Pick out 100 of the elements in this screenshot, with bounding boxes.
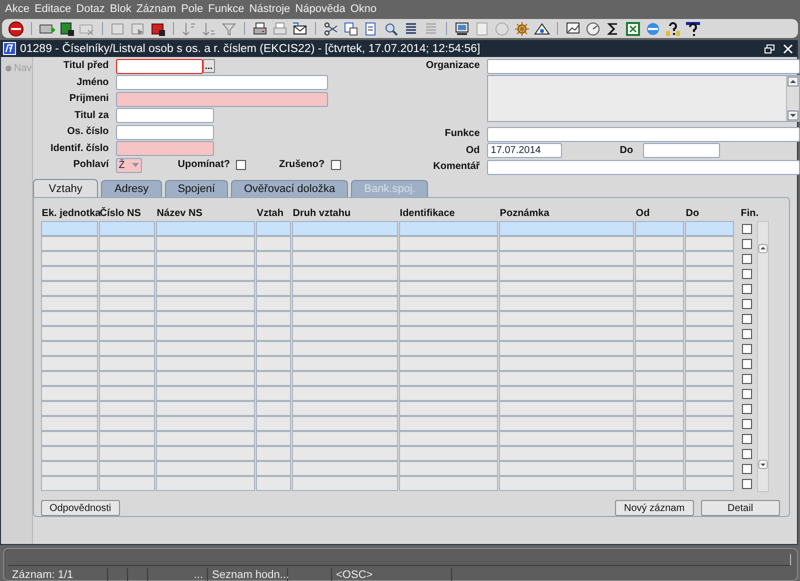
table-cell[interactable] — [256, 386, 291, 401]
table-cell[interactable] — [40, 446, 98, 461]
table-cell[interactable] — [98, 476, 155, 491]
checkbox[interactable] — [742, 404, 752, 414]
table-cell[interactable] — [398, 416, 498, 431]
checkbox[interactable] — [742, 358, 752, 368]
table-cell[interactable] — [684, 281, 734, 296]
table-cell[interactable] — [498, 476, 634, 491]
table-cell[interactable] — [98, 401, 155, 416]
table-cell[interactable] — [292, 296, 398, 311]
scissors-icon[interactable] — [323, 20, 339, 36]
table-cell[interactable] — [156, 236, 255, 251]
table-cell[interactable] — [40, 296, 98, 311]
table-cell[interactable] — [398, 341, 498, 356]
table-cell[interactable] — [684, 401, 734, 416]
table-cell[interactable] — [256, 431, 291, 446]
checkbox[interactable] — [742, 388, 752, 398]
table-cell[interactable] — [634, 431, 684, 446]
table-cell[interactable] — [98, 296, 155, 311]
checkbox[interactable] — [742, 464, 752, 474]
table-cell[interactable] — [292, 416, 398, 431]
table-cell[interactable] — [684, 446, 734, 461]
table-cell[interactable] — [256, 341, 291, 356]
list-icon[interactable] — [403, 20, 419, 36]
table-cell[interactable] — [684, 356, 734, 371]
table-cell[interactable] — [40, 326, 98, 341]
table-cell[interactable] — [156, 461, 255, 476]
table-cell[interactable] — [634, 341, 684, 356]
action-button[interactable]: Odpovědnosti — [40, 500, 120, 516]
table-cell[interactable] — [40, 251, 98, 266]
table-cell[interactable] — [256, 251, 291, 266]
table-cell[interactable] — [398, 461, 498, 476]
copy-text-icon[interactable] — [343, 20, 359, 36]
menu-item[interactable]: Editace — [33, 3, 76, 15]
table-cell[interactable] — [256, 356, 291, 371]
checkbox[interactable] — [742, 268, 752, 278]
checkbox[interactable] — [742, 298, 752, 308]
table-cell[interactable] — [634, 386, 684, 401]
table-cell[interactable] — [634, 266, 684, 281]
table-cell[interactable] — [398, 251, 498, 266]
menu-item[interactable]: Blok — [108, 3, 136, 15]
table-cell[interactable] — [292, 326, 398, 341]
table-cell[interactable] — [292, 431, 398, 446]
table-cell[interactable] — [292, 476, 398, 491]
table-cell[interactable] — [634, 251, 684, 266]
gauge-icon[interactable] — [585, 20, 601, 36]
table-cell[interactable] — [684, 236, 734, 251]
table-cell[interactable] — [40, 416, 98, 431]
menu-item[interactable]: Akce — [4, 3, 34, 15]
table-cell[interactable] — [98, 221, 155, 236]
dropdown-field[interactable]: Ž — [116, 158, 142, 172]
input-field[interactable] — [116, 141, 214, 156]
table-cell[interactable] — [98, 416, 155, 431]
table-cell[interactable] — [98, 386, 155, 401]
table-cell[interactable] — [156, 371, 255, 386]
lookup-button[interactable]: ... — [202, 59, 215, 73]
table-cell[interactable] — [98, 341, 155, 356]
chart-icon[interactable] — [565, 20, 581, 36]
help-window-icon[interactable] — [685, 20, 701, 36]
table-cell[interactable] — [40, 431, 98, 446]
table-cell[interactable] — [40, 266, 98, 281]
table-cell[interactable] — [498, 416, 634, 431]
table-cell[interactable] — [634, 371, 684, 386]
table-cell[interactable] — [98, 431, 155, 446]
checkbox[interactable] — [742, 314, 752, 324]
table-cell[interactable] — [684, 251, 734, 266]
table-cell[interactable] — [398, 296, 498, 311]
input-field[interactable] — [486, 58, 800, 74]
table-cell[interactable] — [684, 341, 734, 356]
table-cell[interactable] — [498, 296, 634, 311]
table-cell[interactable] — [498, 281, 634, 296]
menu-item[interactable]: Záznam — [135, 3, 180, 15]
table-cell[interactable] — [156, 356, 255, 371]
table-cell[interactable] — [634, 221, 684, 236]
table-cell[interactable] — [634, 296, 684, 311]
table-cell[interactable] — [40, 236, 98, 251]
table-cell[interactable] — [292, 386, 398, 401]
help-question-icon[interactable] — [665, 20, 681, 36]
checkbox[interactable] — [742, 328, 752, 338]
table-cell[interactable] — [40, 311, 98, 326]
table-cell[interactable] — [398, 401, 498, 416]
menu-item[interactable]: Dotaz — [75, 3, 109, 15]
table-cell[interactable] — [634, 326, 684, 341]
table-cell[interactable] — [98, 356, 155, 371]
table-cell[interactable] — [256, 416, 291, 431]
table-cell[interactable] — [684, 311, 734, 326]
tab[interactable]: Ověřovací doložka — [231, 180, 348, 197]
table-cell[interactable] — [398, 281, 498, 296]
table-cell[interactable] — [498, 356, 634, 371]
table-cell[interactable] — [156, 296, 255, 311]
table-cell[interactable] — [684, 221, 734, 236]
computer-icon[interactable] — [454, 20, 470, 36]
tab[interactable]: Adresy — [101, 180, 162, 197]
menu-item[interactable]: Nástroje — [248, 3, 294, 15]
table-cell[interactable] — [40, 341, 98, 356]
table-cell[interactable] — [256, 266, 291, 281]
table-cell[interactable] — [98, 281, 155, 296]
table-cell[interactable] — [40, 221, 98, 236]
table-cell[interactable] — [156, 446, 255, 461]
table-cell[interactable] — [498, 236, 634, 251]
